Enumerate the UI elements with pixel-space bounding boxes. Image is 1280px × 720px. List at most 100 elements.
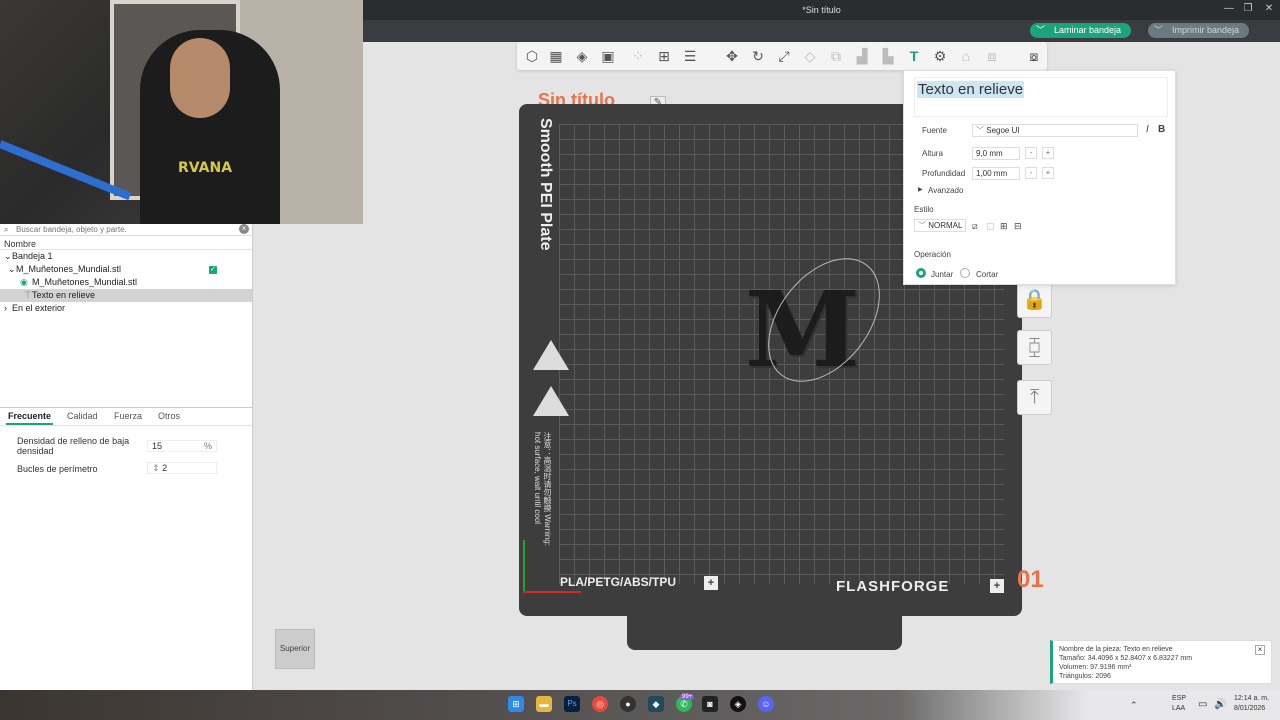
- join-radio[interactable]: [916, 268, 926, 278]
- split-parts-icon[interactable]: ⊞: [655, 47, 673, 65]
- part-size: Tamaño: 34.4096 x 52.8407 x 6.83227 mm: [1059, 655, 1193, 662]
- cut-radio[interactable]: [960, 268, 970, 278]
- perimeter-loops-value: 2: [162, 463, 168, 473]
- arrange-icon[interactable]: ▣: [599, 47, 617, 65]
- tree-item-text[interactable]: ⊤ Texto en relieve: [0, 289, 252, 302]
- search-input[interactable]: [16, 225, 236, 234]
- chevron-up-icon[interactable]: ⌃: [1130, 700, 1138, 711]
- tab-quality[interactable]: Calidad: [67, 411, 98, 421]
- language-indicator[interactable]: ESP: [1172, 695, 1186, 702]
- chevron-down-icon[interactable]: ⌄: [4, 250, 12, 263]
- decrease-depth-button[interactable]: -: [1025, 167, 1037, 179]
- chevron-down-icon[interactable]: ﹀: [1154, 23, 1163, 38]
- support-paint-icon[interactable]: ▟: [853, 47, 871, 65]
- person-face: [170, 38, 230, 118]
- measure-icon[interactable]: ⌂: [957, 47, 975, 65]
- windows-start-icon[interactable]: ⊞: [508, 696, 524, 712]
- triangle-right-icon[interactable]: ▶: [918, 186, 923, 193]
- stepper-icon[interactable]: ⇕: [152, 463, 160, 473]
- mesh-boolean-icon[interactable]: ⧈: [983, 47, 1001, 65]
- clear-search-icon[interactable]: ×: [239, 224, 249, 234]
- chevron-down-icon[interactable]: ⌄: [8, 263, 16, 276]
- align-left-icon[interactable]: ⧄: [972, 221, 978, 232]
- style-select[interactable]: ﹀ NORMAL: [914, 219, 966, 232]
- tab-others[interactable]: Otros: [158, 411, 180, 421]
- advanced-toggle[interactable]: Avanzado: [928, 186, 963, 195]
- align-right-icon[interactable]: ⊟: [1014, 221, 1022, 232]
- shirt-print: RVANA: [178, 160, 233, 176]
- move-icon[interactable]: ✥: [723, 47, 741, 65]
- split-objects-icon[interactable]: ⁘: [629, 47, 647, 65]
- chrome-icon[interactable]: ◎: [592, 696, 608, 712]
- view-mode-icon[interactable]: ⧇: [1025, 47, 1043, 65]
- lay-on-face-icon[interactable]: ◇: [801, 47, 819, 65]
- plate-number: 01: [1017, 566, 1044, 593]
- increase-depth-button[interactable]: +: [1042, 167, 1054, 179]
- app-icon[interactable]: ◙: [702, 696, 718, 712]
- chevron-down-icon[interactable]: ﹀: [1036, 23, 1045, 38]
- print-plate-button[interactable]: ﹀ Imprimir bandeja: [1148, 23, 1250, 38]
- cut-icon[interactable]: ⧉: [827, 47, 845, 65]
- tab-strength[interactable]: Fuerza: [114, 411, 142, 421]
- folder-icon[interactable]: ▬: [536, 696, 552, 712]
- lock-icon[interactable]: 🔒: [1017, 283, 1052, 318]
- infill-density-value: 15: [152, 441, 163, 451]
- photoshop-icon[interactable]: Ps: [564, 696, 580, 712]
- top-view-icon[interactable]: ⤒: [1017, 380, 1052, 415]
- tree-item-part[interactable]: ◉ M_Muñetones_Mundial.stl: [0, 276, 252, 289]
- decrease-height-button[interactable]: -: [1025, 147, 1037, 159]
- minimize-button[interactable]: —: [1220, 3, 1238, 14]
- volume-icon[interactable]: 🔊: [1214, 699, 1226, 710]
- webcam-overlay: RVANA: [0, 0, 363, 224]
- scale-icon[interactable]: ⤢: [775, 47, 793, 65]
- align-grid-icon[interactable]: ⊞: [1000, 221, 1008, 232]
- assembly-icon[interactable]: ⚙: [931, 47, 949, 65]
- slice-plate-button[interactable]: ﹀ Laminar bandeja: [1030, 23, 1132, 38]
- warning-heat-icon: [533, 386, 569, 416]
- display-icon[interactable]: ▭: [1198, 699, 1207, 710]
- discord-icon[interactable]: ☺: [758, 696, 774, 712]
- clock-time[interactable]: 12:14 a. m.: [1234, 695, 1269, 702]
- add-object-icon[interactable]: ⬡: [523, 47, 541, 65]
- maximize-button[interactable]: ❐: [1239, 3, 1257, 14]
- join-label: Juntar: [931, 270, 954, 279]
- rotate-icon[interactable]: ↻: [749, 47, 767, 65]
- add-plate-icon[interactable]: ▦: [547, 47, 565, 65]
- close-icon[interactable]: ×: [1255, 645, 1265, 655]
- height-input[interactable]: 9,0 mm: [972, 147, 1020, 160]
- chevron-right-icon[interactable]: ›: [4, 302, 7, 315]
- sliders-icon[interactable]: ⧮: [1017, 330, 1052, 365]
- increase-height-button[interactable]: +: [1042, 147, 1054, 159]
- plate-type-label: Smooth PEI Plate: [537, 118, 554, 251]
- tab-frequent[interactable]: Frecuente: [5, 411, 54, 425]
- clock-date[interactable]: 8/01/2026: [1234, 705, 1265, 712]
- tree-item-object[interactable]: ⌄ M_Muñetones_Mundial.stl ✓: [0, 263, 252, 276]
- text-tool-icon[interactable]: T: [905, 47, 923, 65]
- view-cube[interactable]: Superior: [275, 629, 315, 669]
- italic-button[interactable]: I: [1146, 124, 1149, 135]
- plus-square-icon: +: [990, 579, 1004, 593]
- orient-icon[interactable]: ◈: [573, 47, 591, 65]
- layers-icon[interactable]: ☰: [681, 47, 699, 65]
- font-select[interactable]: ﹀ Segoe UI: [972, 124, 1138, 137]
- perimeter-loops-stepper[interactable]: ⇕ 2: [147, 462, 217, 474]
- text-input-box[interactable]: Texto en relieve: [914, 77, 1168, 117]
- text-content[interactable]: Texto en relieve: [917, 81, 1025, 98]
- bold-button[interactable]: B: [1158, 124, 1165, 135]
- app-icon[interactable]: ◆: [648, 696, 664, 712]
- chevron-down-icon[interactable]: ﹀: [918, 221, 926, 230]
- orca-slicer-icon[interactable]: ◈: [730, 696, 746, 712]
- tree-item-outside[interactable]: › En el exterior: [0, 302, 252, 315]
- perimeter-loops-label: Bucles de perímetro: [17, 464, 98, 474]
- seam-paint-icon[interactable]: ▙: [879, 47, 897, 65]
- checkbox-icon[interactable]: ✓: [209, 266, 217, 274]
- align-center-icon[interactable]: ▢: [986, 221, 995, 232]
- app-icon[interactable]: ●: [620, 696, 636, 712]
- depth-input[interactable]: 1,00 mm: [972, 167, 1020, 180]
- tree-item-plate[interactable]: ⌄ Bandeja 1: [0, 250, 252, 263]
- close-button[interactable]: ✕: [1260, 3, 1278, 14]
- infill-density-input[interactable]: 15 %: [147, 440, 217, 452]
- left-panel: ⌕ × Nombre ⌄ Bandeja 1 ⌄ M_Muñetones_Mun…: [0, 224, 253, 690]
- tree-item-label: M_Muñetones_Mundial.stl: [16, 264, 122, 274]
- chevron-down-icon[interactable]: ﹀: [976, 126, 984, 135]
